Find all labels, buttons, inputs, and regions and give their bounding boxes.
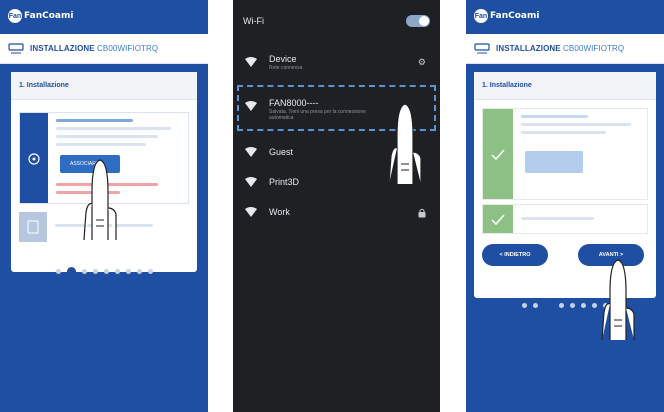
network-name: Print3D: [269, 177, 300, 187]
pagination-dot[interactable]: [559, 302, 564, 308]
brand-badge: Fan: [8, 9, 22, 23]
pagination-dot-active[interactable]: [66, 266, 76, 276]
page-title-bar: INSTALLAZIONE CB00WIFIOTRQ: [466, 34, 664, 64]
step-indicator-inactive: [19, 212, 47, 242]
pointing-finger-icon: [601, 259, 635, 341]
lock-icon: [418, 208, 426, 218]
wifi-network-item[interactable]: Device Rete connessa ⚙: [233, 48, 440, 78]
app-header: Fan FanCoami: [0, 0, 208, 34]
brand-badge: Fan: [474, 9, 488, 23]
step-text-placeholder: [521, 115, 643, 139]
brand-logo: Fan FanCoami: [474, 7, 539, 25]
pagination-dots: [0, 264, 208, 278]
phone-screen-setup-step: Fan FanCoami INSTALLAZIONE CB00WIFIOTRQ …: [0, 0, 208, 412]
step-indicator-done: [483, 205, 513, 233]
pointing-finger-icon: [83, 159, 117, 241]
back-button[interactable]: < INDIETRO: [482, 244, 548, 266]
step-text-placeholder: [56, 119, 184, 151]
wifi-network-item[interactable]: Work: [233, 198, 440, 228]
wifi-icon: [245, 147, 257, 157]
pagination-dot[interactable]: [125, 268, 131, 274]
wifi-toggle[interactable]: [406, 15, 430, 27]
step-next-text-placeholder: [521, 211, 643, 225]
back-button-label: < INDIETRO: [499, 252, 531, 258]
brand-logo: Fan FanCoami: [8, 7, 73, 25]
page-title: INSTALLAZIONE CB00WIFIOTRQ: [30, 44, 158, 53]
step-block-done: [482, 108, 648, 200]
title-prefix: INSTALLAZIONE: [30, 44, 95, 53]
gear-icon[interactable]: ⚙: [418, 57, 426, 68]
step-indicator: [20, 113, 48, 203]
pagination-dot[interactable]: [522, 302, 527, 308]
pagination-dot[interactable]: [533, 302, 538, 308]
network-status: Rete connessa: [269, 65, 303, 71]
title-prefix: INSTALLAZIONE: [496, 44, 561, 53]
phone-screen-wifi-list: Wi-Fi Device Rete connessa ⚙ FAN8000----…: [233, 0, 440, 412]
pagination-dot[interactable]: [81, 268, 87, 274]
pointing-finger-icon: [388, 103, 422, 185]
app-header: Fan FanCoami: [466, 0, 664, 34]
fan-icon: [8, 41, 24, 57]
device-icon: [27, 220, 39, 234]
pagination-dot[interactable]: [103, 268, 109, 274]
pagination-dot[interactable]: [114, 268, 120, 274]
wifi-icon: [245, 177, 257, 187]
title-model: CB00WIFIOTRQ: [97, 44, 159, 53]
check-icon: [491, 149, 505, 161]
pagination-dot[interactable]: [592, 302, 597, 308]
network-name: Work: [269, 207, 290, 217]
brand-name: FanCoami: [24, 11, 74, 21]
page-title: INSTALLAZIONE CB00WIFIOTRQ: [496, 44, 624, 53]
check-icon: [491, 214, 505, 226]
step-warning-placeholder: [56, 183, 184, 199]
page-title-bar: INSTALLAZIONE CB00WIFIOTRQ: [0, 34, 208, 64]
step-next-text-placeholder: [55, 218, 185, 232]
toggle-knob: [419, 16, 429, 26]
pagination-dot[interactable]: [581, 302, 586, 308]
step-title: 1. Installazione: [474, 72, 656, 100]
wifi-icon: [245, 57, 257, 67]
wifi-icon: [245, 207, 257, 217]
pagination-dot[interactable]: [147, 268, 153, 274]
network-name: Device: [269, 54, 297, 64]
fan-icon: [474, 41, 490, 57]
step-title: 1. Installazione: [11, 72, 197, 100]
pagination-dot[interactable]: [55, 268, 61, 274]
associate-button-disabled: [525, 151, 583, 173]
phone-screen-setup-complete: Fan FanCoami INSTALLAZIONE CB00WIFIOTRQ …: [466, 0, 664, 412]
step-block-done: [482, 204, 648, 234]
wifi-header-label: Wi-Fi: [243, 16, 264, 26]
target-icon: [28, 153, 40, 165]
step-indicator-done: [483, 109, 513, 199]
brand-name: FanCoami: [490, 11, 540, 21]
pagination-dot[interactable]: [570, 302, 575, 308]
pagination-dot[interactable]: [136, 268, 142, 274]
pagination-dot[interactable]: [92, 268, 98, 274]
network-name: Guest: [269, 147, 294, 157]
pagination-dot-active[interactable]: [544, 300, 553, 310]
title-model: CB00WIFIOTRQ: [563, 44, 625, 53]
